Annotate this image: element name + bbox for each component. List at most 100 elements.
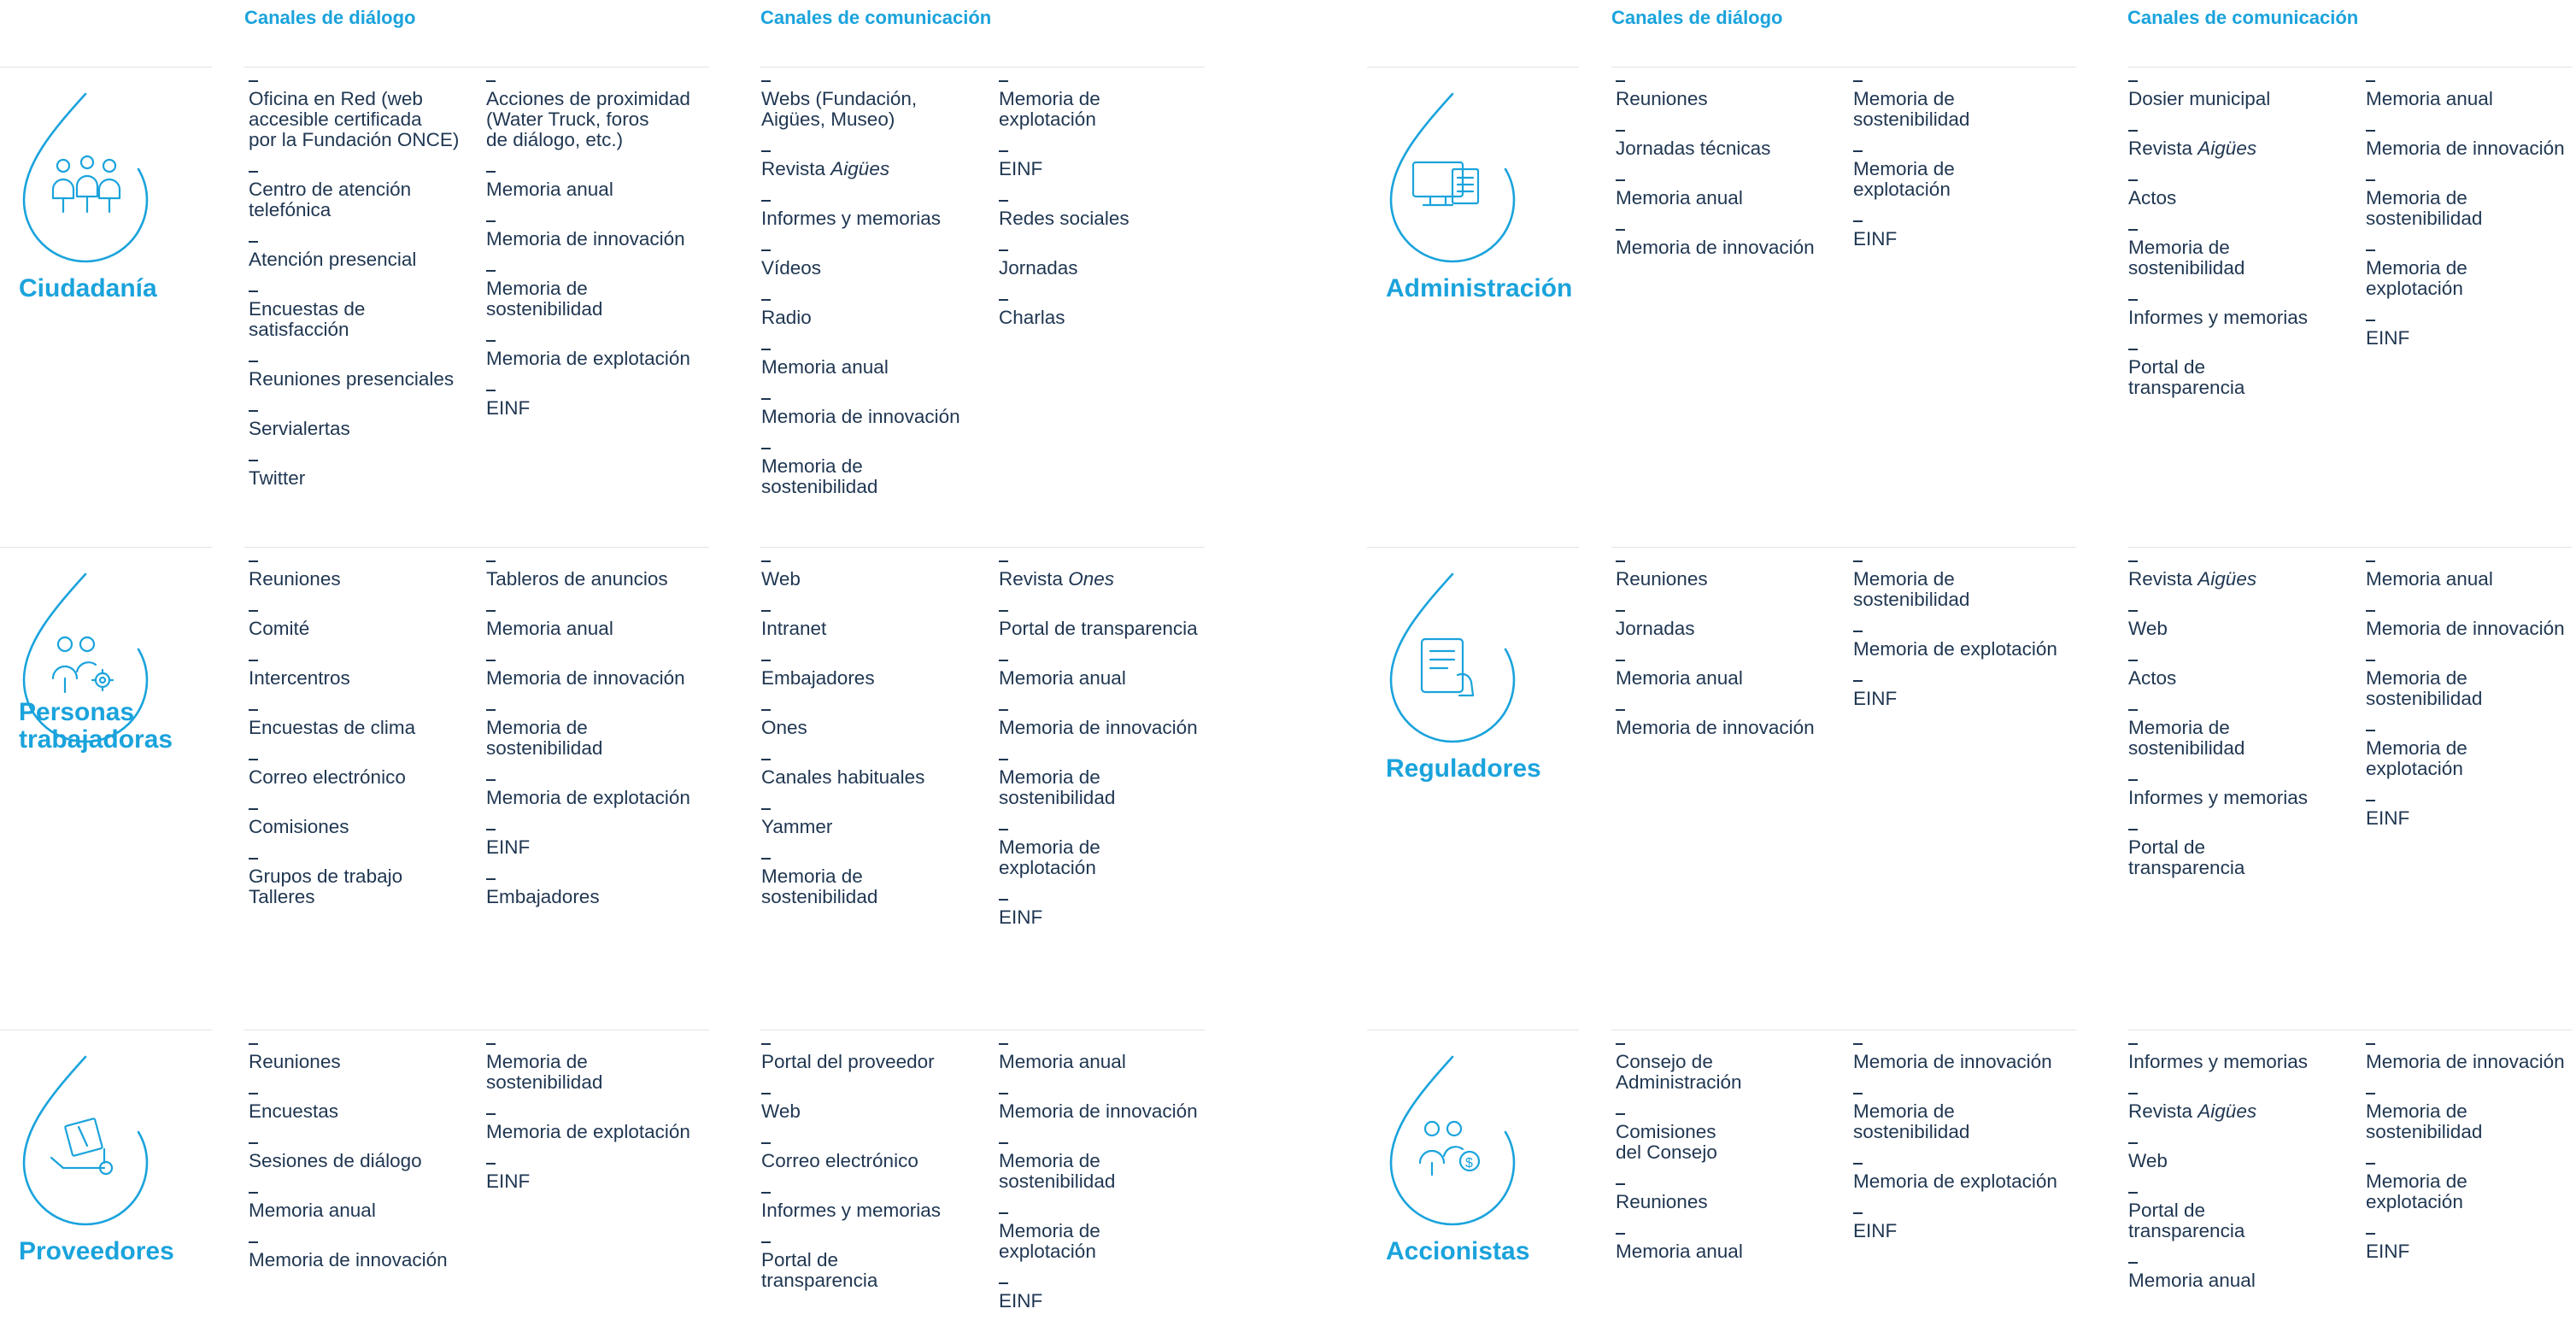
list-item: Memoria de innovación	[1853, 1043, 2101, 1072]
column-dialogo-a-proveedores: Reuniones Encuestas Sesiones de diálogo Mem…	[249, 1043, 496, 1291]
list-item-text: Reuniones	[249, 1051, 341, 1072]
list-item-text: Encuestas de satisfacción	[249, 298, 366, 340]
list-item-text: Encuestas	[249, 1100, 339, 1122]
list-item: Vídeos	[761, 249, 1009, 279]
list-item: EINF	[1853, 1212, 2101, 1241]
list-item: Memoria de sostenibilidad	[2366, 1093, 2576, 1142]
list-item-text: EINF	[1853, 1220, 1898, 1241]
list-item: Memoria de explotación	[1853, 1163, 2101, 1192]
list-item: Charlas	[999, 299, 1247, 328]
list-item-text: Intercentros	[249, 667, 350, 689]
list-item: Canales habituales	[761, 759, 1009, 788]
list-item-text: Memoria anual	[2128, 1270, 2256, 1291]
list-item-text: Memoria de innovación	[999, 1100, 1198, 1122]
list-item: Web	[2128, 1142, 2376, 1171]
list-item-text: Web	[2128, 1150, 2168, 1171]
list-item: Memoria de innovación	[1616, 709, 1863, 738]
list-item-text: Memoria de explotación	[1853, 638, 2057, 660]
list-item: Embajadores	[761, 660, 1009, 689]
list-item: Jornadas	[999, 249, 1247, 279]
list-item: Memoria anual	[2366, 80, 2576, 109]
list-item-text: Memoria anual	[249, 1200, 376, 1221]
list-item: Atención presencial	[249, 241, 496, 270]
list-item-text: Dosier municipal	[2128, 88, 2271, 109]
list-item: Informes y memorias	[2128, 779, 2376, 808]
list-item: Memoria anual	[999, 1043, 1247, 1072]
list-item: EINF	[999, 1282, 1247, 1311]
list-item-text: Memoria de sostenibilidad	[486, 717, 603, 759]
list-item: Sesiones de diálogo	[249, 1142, 496, 1171]
list-item: Grupos de trabajo Talleres	[249, 858, 496, 907]
group-icon-accionistas: $	[1369, 1033, 1557, 1306]
column-comunicacion-b-personas-trabajadoras: Revista Ones Portal de transparencia Memor…	[999, 560, 1247, 948]
list-item: Memoria anual	[1616, 179, 1863, 208]
list-item: Revista Aigües	[2128, 560, 2376, 590]
list-item-text: Memoria de innovación	[1616, 237, 1815, 258]
list-item: Memoria de explotación	[2366, 249, 2576, 299]
list-item-text: Actos	[2128, 187, 2177, 208]
list-item-text: Portal de transparencia	[2128, 836, 2245, 878]
list-item-text: Jornadas	[1616, 618, 1695, 639]
list-item-text: Reuniones	[1616, 568, 1708, 590]
group-icon-reguladores	[1369, 550, 1557, 824]
list-item-text: Ones	[761, 717, 807, 738]
list-item: Portal del proveedor	[761, 1043, 1009, 1072]
people-group-icon	[51, 155, 121, 214]
list-item: Dosier municipal	[2128, 80, 2376, 109]
list-item-text: Jornadas	[999, 257, 1078, 279]
list-item-text: EINF	[2366, 327, 2410, 349]
list-item-text: Memoria de innovación	[2366, 618, 2565, 639]
list-item: Servialertas	[249, 410, 496, 439]
list-item-text: EINF	[1853, 228, 1898, 249]
list-item-text: Informes y memorias	[2128, 787, 2309, 808]
list-item-text: Revista Aigües	[2128, 568, 2257, 590]
divider-line	[2127, 547, 2572, 548]
list-item-text: Web	[761, 1100, 801, 1122]
column-comunicacion-a-personas-trabajadoras: Web Intranet Embajadores Ones Canales habitu…	[761, 560, 1009, 928]
list-item-text: Memoria de explotación	[486, 787, 690, 808]
list-item: Twitter	[249, 460, 496, 489]
list-item: EINF	[2366, 1233, 2576, 1262]
list-item-text: Reuniones	[249, 568, 341, 590]
list-item: Encuestas de satisfacción	[249, 290, 496, 340]
header-canales-dialogo-right: Canales de diálogo	[1611, 7, 1783, 28]
list-item-text: Revista Aigües	[2128, 138, 2257, 159]
column-dialogo-a-reguladores: Reuniones Jornadas Memoria anual Memoria de…	[1616, 560, 1863, 759]
svg-text:$: $	[1465, 1156, 1473, 1171]
list-item: Memoria anual	[2128, 1262, 2376, 1291]
list-item-text: Yammer	[761, 816, 833, 837]
column-comunicacion-a-accionistas: Informes y memorias Revista Aigües Web Port…	[2128, 1043, 2376, 1311]
list-item-text: Memoria de explotación	[999, 1220, 1100, 1262]
column-comunicacion-b-administracion: Memoria anual Memoria de innovación Memori…	[2366, 80, 2576, 369]
list-item: Memoria de explotación	[999, 1212, 1247, 1262]
list-item-text: Webs (Fundación, Aigües, Museo)	[761, 88, 918, 130]
list-item: Portal de transparencia	[2128, 829, 2376, 878]
list-item: EINF	[486, 1163, 734, 1192]
monitor-document-icon	[1411, 161, 1480, 207]
list-item-text: Memoria de sostenibilidad	[2128, 717, 2245, 759]
list-item-text: Memoria anual	[1616, 187, 1743, 208]
list-item: Memoria de innovación	[761, 398, 1009, 427]
group-label-personas-trabajadoras: Personas trabajadoras	[19, 698, 173, 754]
list-item: Reuniones	[1616, 80, 1863, 109]
list-item-text: Memoria de explotación	[486, 1121, 690, 1142]
list-item-text: Reuniones	[1616, 88, 1708, 109]
list-item-text: Memoria anual	[486, 618, 613, 639]
list-item-text: Comité	[249, 618, 310, 639]
list-item: Intranet	[761, 610, 1009, 639]
list-item: Memoria anual	[999, 660, 1247, 689]
list-item-text: Memoria de innovación	[1616, 717, 1815, 738]
group-icon-proveedores	[2, 1033, 190, 1306]
list-item: Memoria de sostenibilidad	[999, 1142, 1247, 1192]
list-item: Memoria de sostenibilidad	[999, 759, 1247, 808]
list-item: Informes y memorias	[2128, 1043, 2376, 1072]
list-item: Memoria de innovación	[999, 709, 1247, 738]
list-item-text: Memoria de explotación	[999, 836, 1100, 878]
list-item: EINF	[999, 899, 1247, 928]
list-item: Memoria de sostenibilidad	[2366, 179, 2576, 229]
list-item-text: EINF	[999, 158, 1043, 179]
list-item-text: Memoria anual	[486, 179, 613, 200]
list-item: EINF	[2366, 800, 2576, 829]
list-item: Memoria de sostenibilidad	[761, 858, 1009, 907]
list-item-text: Oficina en Red (web accesible certificad…	[249, 88, 460, 150]
